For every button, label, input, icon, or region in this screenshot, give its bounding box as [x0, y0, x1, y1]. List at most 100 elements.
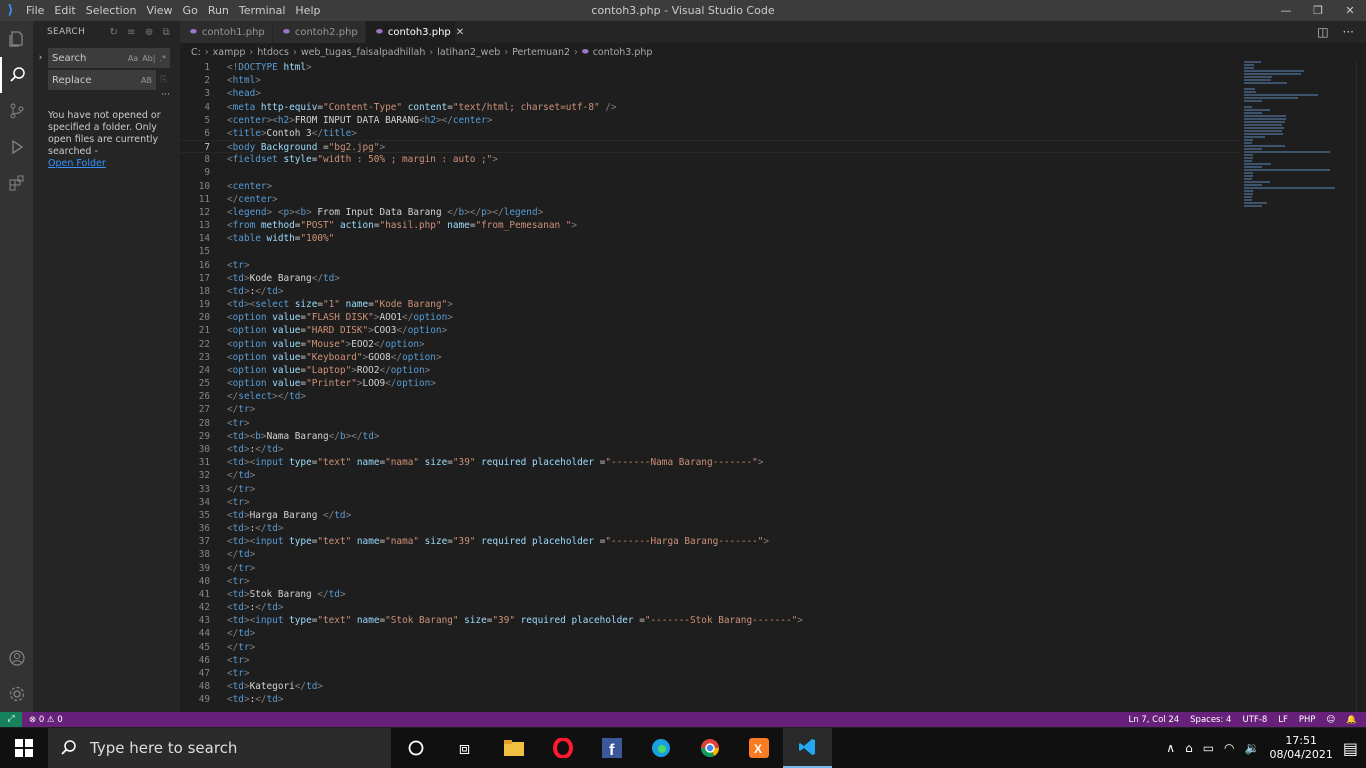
problems-indicator[interactable]: ⊗ 0 ⚠ 0 [22, 715, 63, 725]
minimize-button[interactable]: — [1270, 0, 1302, 21]
accounts-icon[interactable] [0, 640, 33, 676]
code-line[interactable]: 39 </tr> [180, 562, 1240, 575]
encoding[interactable]: UTF-8 [1242, 715, 1267, 725]
code-line[interactable]: 16 <tr> [180, 259, 1240, 272]
code-line[interactable]: 46 <tr> [180, 654, 1240, 667]
code-line[interactable]: 19 <td><select size="1" name="Kode Barang… [180, 298, 1240, 311]
notifications-icon[interactable]: 🔔 [1346, 715, 1357, 725]
tab-contoh3[interactable]: ⬬ contoh3.php ✕ [366, 21, 464, 43]
refresh-icon[interactable]: ↻ [109, 27, 118, 38]
code-editor[interactable]: 1 <!DOCTYPE html> 2 <html> 3 <head> 4 <meta htt… [180, 61, 1240, 712]
close-tab-icon[interactable]: ✕ [456, 27, 464, 38]
code-line[interactable]: 45 </tr> [180, 641, 1240, 654]
vscode-taskbar-icon[interactable] [783, 728, 832, 768]
match-case-button[interactable]: Aa [128, 54, 138, 63]
cursor-position[interactable]: Ln 7, Col 24 [1129, 715, 1180, 725]
code-line[interactable]: 37 <td><input type="text" name="nama" siz… [180, 535, 1240, 548]
code-line[interactable]: 8 <fieldset style="width : 50% ; margin :… [180, 153, 1240, 166]
code-line[interactable]: 31 <td><input type="text" name="nama" siz… [180, 456, 1240, 469]
code-line[interactable]: 23 <option value="Keyboard">GOO8</option> [180, 351, 1240, 364]
toggle-replace-icon[interactable]: › [33, 53, 48, 63]
menu-help[interactable]: Help [290, 0, 325, 21]
start-button[interactable] [0, 728, 48, 768]
code-line[interactable]: 7 <body Background ="bg2.jpg"> [180, 140, 1240, 154]
code-line[interactable]: 17 <td>Kode Barang</td> [180, 272, 1240, 285]
code-line[interactable]: 29 <td><b>Nama Barang</b></td> [180, 430, 1240, 443]
breadcrumb-item[interactable]: web_tugas_faisalpadhillah [301, 47, 426, 58]
menu-run[interactable]: Run [203, 0, 234, 21]
code-line[interactable]: 5 <center><h2>FROM INPUT DATA BARANG<h2><… [180, 114, 1240, 127]
action-center-icon[interactable]: ▤ [1343, 739, 1358, 758]
replace-all-icon[interactable]: ⎘ [160, 75, 167, 85]
edge-icon[interactable] [636, 728, 685, 768]
volume-icon[interactable]: 🔉 [1245, 741, 1260, 755]
code-line[interactable]: 24 <option value="Laptop">ROO2</option> [180, 364, 1240, 377]
clock[interactable]: 17:51 08/04/2021 [1269, 734, 1332, 762]
code-line[interactable]: 21 <option value="HARD DISK">COO3</option… [180, 324, 1240, 337]
code-line[interactable]: 9 [180, 166, 1240, 179]
search-icon[interactable] [0, 57, 33, 93]
menu-terminal[interactable]: Terminal [234, 0, 291, 21]
xampp-icon[interactable]: X [734, 728, 783, 768]
menu-edit[interactable]: Edit [49, 0, 80, 21]
end-of-line[interactable]: LF [1278, 715, 1288, 725]
show-hidden-icons[interactable]: ∧ [1166, 741, 1175, 755]
feedback-icon[interactable]: ☺ [1327, 715, 1336, 725]
breadcrumb-item[interactable]: latihan2_web [437, 47, 500, 58]
code-line[interactable]: 22 <option value="Mouse">EOO2</option> [180, 338, 1240, 351]
breadcrumb-item[interactable]: C: [191, 47, 201, 58]
code-line[interactable]: 25 <option value="Printer">LOO9</option> [180, 377, 1240, 390]
code-line[interactable]: 40 <tr> [180, 575, 1240, 588]
preserve-case-button[interactable]: AB [141, 76, 152, 85]
code-line[interactable]: 38 </td> [180, 548, 1240, 561]
open-folder-link[interactable]: Open Folder [48, 158, 106, 169]
match-whole-word-button[interactable]: Ab| [142, 54, 155, 63]
code-line[interactable]: 48 <td>Kategori</td> [180, 680, 1240, 693]
code-line[interactable]: 35 <td>Harga Barang </td> [180, 509, 1240, 522]
indentation[interactable]: Spaces: 4 [1190, 715, 1231, 725]
code-line[interactable]: 41 <td>Stok Barang </td> [180, 588, 1240, 601]
code-line[interactable]: 49 <td>:</td> [180, 693, 1240, 706]
breadcrumb-item[interactable]: contoh3.php [593, 47, 653, 58]
chrome-icon[interactable] [685, 728, 734, 768]
gear-icon[interactable] [0, 676, 33, 712]
code-line[interactable]: 47 <tr> [180, 667, 1240, 680]
code-line[interactable]: 30 <td>:</td> [180, 443, 1240, 456]
breadcrumb-item[interactable]: htdocs [257, 47, 289, 58]
task-view-icon[interactable]: ⧈ [440, 728, 489, 768]
source-control-icon[interactable] [0, 93, 33, 129]
code-line[interactable]: 44 </td> [180, 627, 1240, 640]
more-actions-icon[interactable]: ··· [1343, 25, 1354, 39]
code-line[interactable]: 32 </td> [180, 469, 1240, 482]
minimap[interactable] [1244, 61, 1354, 261]
split-editor-icon[interactable]: ◫ [1317, 25, 1328, 39]
more-options-icon[interactable]: ··· [33, 90, 180, 100]
code-line[interactable]: 36 <td>:</td> [180, 522, 1240, 535]
code-line[interactable]: 43 <td><input type="text" name="Stok Bara… [180, 614, 1240, 627]
code-line[interactable]: 2 <html> [180, 74, 1240, 87]
code-line[interactable]: 1 <!DOCTYPE html> [180, 61, 1240, 74]
collapse-all-icon[interactable]: ⧉ [163, 27, 170, 38]
run-debug-icon[interactable] [0, 129, 33, 165]
network-adapter-icon[interactable]: ⌂ [1185, 741, 1193, 755]
file-explorer-icon[interactable] [489, 728, 538, 768]
code-line[interactable]: 13 <from method="POST" action="hasil.php"… [180, 219, 1240, 232]
code-line[interactable]: 15 [180, 245, 1240, 258]
new-search-editor-icon[interactable]: ⊕ [145, 27, 154, 38]
taskbar-search[interactable]: Type here to search [48, 728, 391, 768]
restore-button[interactable]: ❐ [1302, 0, 1334, 21]
close-window-button[interactable]: ✕ [1334, 0, 1366, 21]
code-line[interactable]: 10 <center> [180, 180, 1240, 193]
cortana-icon[interactable] [391, 728, 440, 768]
code-line[interactable]: 3 <head> [180, 87, 1240, 100]
code-line[interactable]: 11 </center> [180, 193, 1240, 206]
regex-button[interactable]: .* [159, 54, 166, 63]
code-line[interactable]: 20 <option value="FLASH DISK">AOO1</optio… [180, 311, 1240, 324]
extensions-icon[interactable] [0, 165, 33, 201]
code-line[interactable]: 33 </tr> [180, 483, 1240, 496]
menu-selection[interactable]: Selection [81, 0, 142, 21]
clear-results-icon[interactable]: ≡ [127, 27, 136, 38]
code-line[interactable]: 27 </tr> [180, 403, 1240, 416]
breadcrumb-item[interactable]: xampp [213, 47, 246, 58]
menu-go[interactable]: Go [178, 0, 203, 21]
